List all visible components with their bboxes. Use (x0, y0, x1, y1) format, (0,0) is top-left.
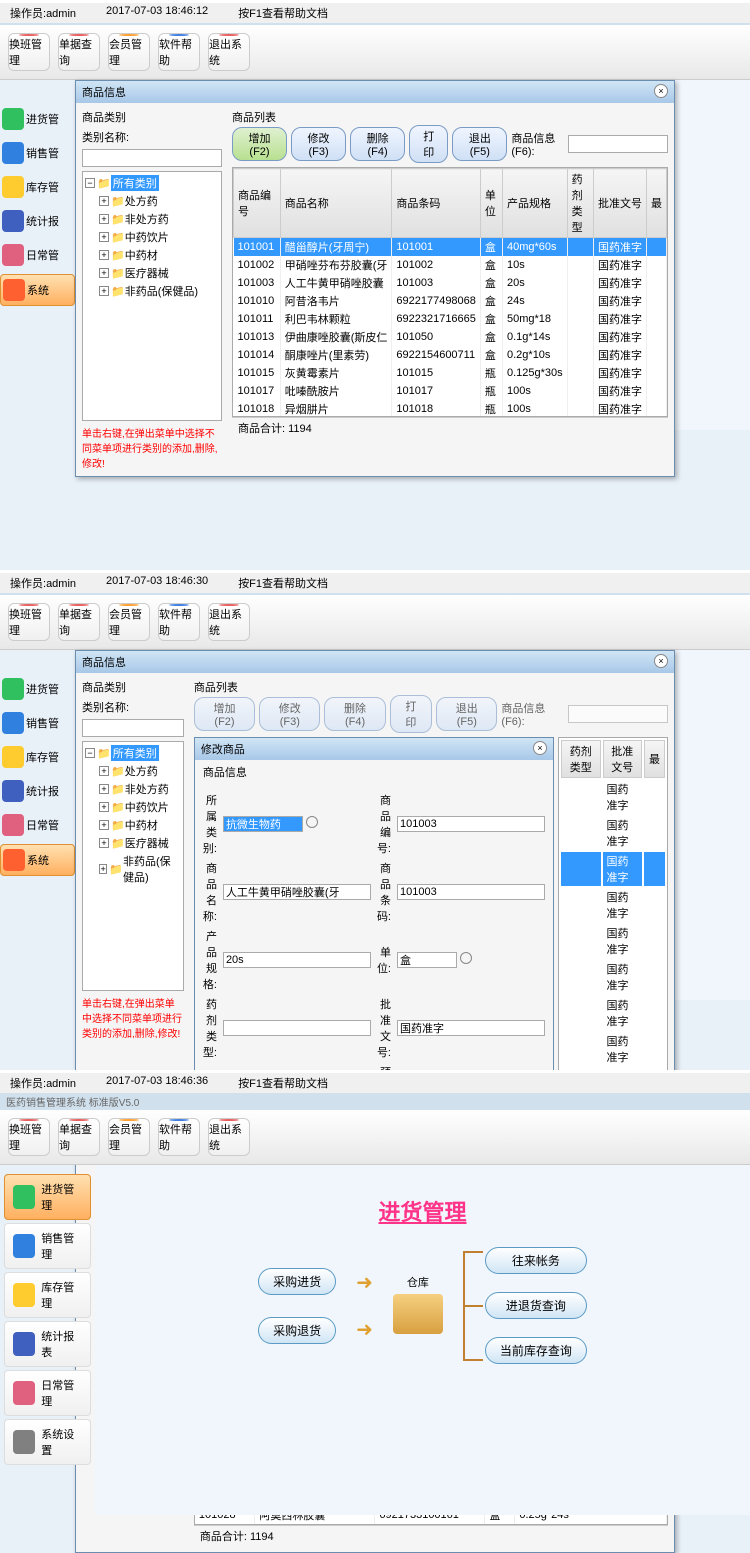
status-bar: 操作员:admin 2017-07-03 18:46:30 按F1查看帮助文档 (0, 573, 750, 593)
arrow-icon: ➜ (356, 1317, 373, 1342)
code-input[interactable] (397, 816, 545, 832)
category-name-input[interactable] (82, 149, 222, 167)
sidebar-item[interactable]: 统计报 (0, 206, 75, 236)
toolbar-button[interactable]: 退出系统 (208, 603, 250, 641)
product-grid[interactable]: 商品编号商品名称商品条码单位产品规格药剂类型批准文号最101001醋甾醇片(牙周… (232, 167, 668, 417)
category-name-input[interactable] (82, 719, 184, 737)
toolbar-button[interactable]: 换班管理 (8, 1118, 50, 1156)
sidebar-item[interactable]: 进货管理 (4, 1174, 91, 1220)
sidebar-item[interactable]: 系统设置 (4, 1419, 91, 1465)
toolbar-button[interactable]: 会员管理 (108, 603, 150, 641)
sidebar-item[interactable]: 统计报 (0, 776, 75, 806)
sidebar-item[interactable]: 库存管 (0, 172, 75, 202)
category-input[interactable] (223, 816, 303, 832)
delete-button[interactable]: 删除(F4) (350, 127, 405, 161)
main-toolbar: 换班管理单据查询会员管理软件帮助退出系统 (0, 25, 750, 80)
name-input[interactable] (223, 884, 371, 900)
sidebar-item[interactable]: 销售管 (0, 708, 75, 738)
purchase-return-button[interactable]: 采购退货 (258, 1317, 336, 1344)
sidebar-item[interactable]: 销售管 (0, 138, 75, 168)
stock-query-button[interactable]: 当前库存查询 (485, 1337, 587, 1364)
search-label: 商品信息(F6): (511, 130, 564, 158)
sidebar-item[interactable]: 库存管理 (4, 1272, 91, 1318)
grid-footer: 商品合计: 1194 (232, 417, 668, 438)
category-tree[interactable]: −📁 所有类别+📁 处方药+📁 非处方药+📁 中药饮片+📁 中药材+📁 医疗器械… (82, 741, 184, 991)
sidebar-item[interactable]: 进货管 (0, 104, 75, 134)
main-toolbar: 换班管理单据查询会员管理软件帮助退出系统 (0, 595, 750, 650)
drugtype-input[interactable] (223, 1020, 371, 1036)
product-info-dialog: 商品信息 × 商品类别 类别名称: −📁 所有类别+📁 处方药+📁 非处方药+📁… (75, 80, 675, 477)
sidebar-item[interactable]: 日常管 (0, 240, 75, 270)
status-bar: 操作员:admin 2017-07-03 18:46:36 按F1查看帮助文档 (0, 1073, 750, 1093)
inout-query-button[interactable]: 进退货查询 (485, 1292, 587, 1319)
exit-button[interactable]: 退出(F5) (452, 127, 507, 161)
sidebar-item[interactable]: 系统 (0, 844, 75, 876)
toolbar-button[interactable]: 退出系统 (208, 33, 250, 71)
add-button[interactable]: 增加(F2) (232, 127, 287, 161)
page-title: 进货管理 (95, 1165, 750, 1247)
list-label: 商品列表 (232, 112, 276, 124)
edit-button[interactable]: 修改(F3) (291, 127, 346, 161)
help-text: 单击右键,在弹出菜单中选择不同菜单项进行类别的添加,删除,修改! (82, 425, 222, 470)
sidebar-item[interactable]: 系统 (0, 274, 75, 306)
category-tree[interactable]: −📁 所有类别+📁 处方药+📁 非处方药+📁 中药饮片+📁 中药材+📁 医疗器械… (82, 171, 222, 421)
app-title-bar: 医药销售管理系统 标准版V5.0 (0, 1093, 750, 1110)
toolbar-button[interactable]: 单据查询 (58, 1118, 100, 1156)
barcode-input[interactable] (397, 884, 545, 900)
unit-input[interactable] (397, 952, 457, 968)
sidebar-item[interactable]: 日常管 (0, 810, 75, 840)
close-icon[interactable]: × (654, 84, 668, 98)
warehouse-icon: 仓库 (393, 1274, 443, 1338)
toolbar-button[interactable]: 单据查询 (58, 603, 100, 641)
flow-diagram: 采购进货 采购退货 ➜ ➜ 仓库 往来帐务 进退货查询 当前库存查询 (95, 1247, 750, 1364)
print-button[interactable]: 打印 (409, 125, 448, 163)
toolbar-button[interactable]: 会员管理 (108, 33, 150, 71)
arrow-icon: ➜ (356, 1270, 373, 1295)
purchase-in-button[interactable]: 采购进货 (258, 1268, 336, 1295)
close-icon[interactable]: × (533, 741, 547, 755)
toolbar-button[interactable]: 会员管理 (108, 1118, 150, 1156)
toolbar-button[interactable]: 退出系统 (208, 1118, 250, 1156)
category-label: 商品类别 (82, 109, 222, 125)
toolbar-button[interactable]: 换班管理 (8, 33, 50, 71)
search-input[interactable] (568, 135, 668, 153)
status-bar: 操作员:admin 2017-07-03 18:46:12 按F1查看帮助文档 (0, 3, 750, 23)
sidebar-item[interactable]: 日常管理 (4, 1370, 91, 1416)
sidebar-item[interactable]: 库存管 (0, 742, 75, 772)
close-icon[interactable]: × (654, 654, 668, 668)
accounts-button[interactable]: 往来帐务 (485, 1247, 587, 1274)
toolbar-button[interactable]: 换班管理 (8, 603, 50, 641)
sidebar-item[interactable]: 销售管理 (4, 1223, 91, 1269)
main-toolbar: 换班管理单据查询会员管理软件帮助退出系统 (0, 1110, 750, 1165)
toolbar-button[interactable]: 软件帮助 (158, 1118, 200, 1156)
toolbar-button[interactable]: 软件帮助 (158, 33, 200, 71)
search-icon[interactable] (306, 816, 318, 828)
sidebar-item[interactable]: 统计报表 (4, 1321, 91, 1367)
search-icon[interactable] (460, 952, 472, 964)
toolbar-button[interactable]: 单据查询 (58, 33, 100, 71)
cat-name-label: 类别名称: (82, 129, 222, 145)
dialog-titlebar: 商品信息 × (76, 81, 674, 103)
spec-input[interactable] (223, 952, 371, 968)
sidebar-item[interactable]: 进货管 (0, 674, 75, 704)
toolbar-button[interactable]: 软件帮助 (158, 603, 200, 641)
approval-input[interactable] (397, 1020, 545, 1036)
